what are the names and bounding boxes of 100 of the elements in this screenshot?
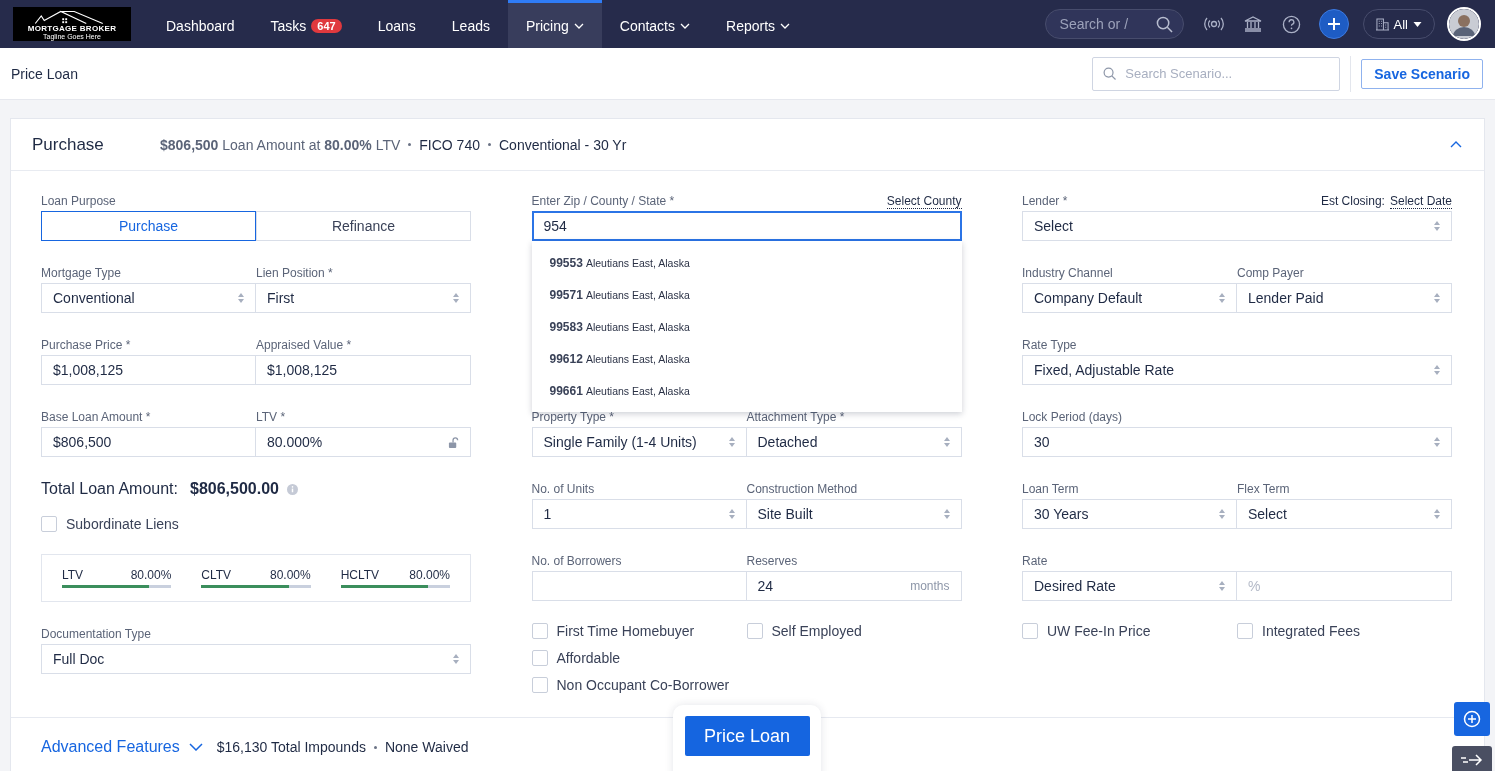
checkbox[interactable] <box>531 677 548 693</box>
input-field[interactable]: 954 <box>531 211 962 241</box>
ratio-label: HCLTV <box>340 568 380 582</box>
suggestion-item[interactable]: 99661 Aleutians East, Alaska <box>531 375 962 407</box>
select-field[interactable]: Desired Rate <box>1022 571 1237 601</box>
checkbox-label: Affordable <box>556 650 621 666</box>
nav-tab[interactable]: Tasks 647 <box>252 0 360 48</box>
add-button[interactable] <box>1318 9 1349 39</box>
avatar[interactable] <box>1447 7 1481 41</box>
save-scenario-button[interactable]: Save Scenario <box>1361 58 1483 89</box>
select-field[interactable]: 30 <box>1022 427 1452 457</box>
select-field[interactable]: First <box>256 283 471 313</box>
nav-tab[interactable]: Reports <box>708 0 809 48</box>
sort-arrows-icon <box>1434 365 1440 375</box>
select-field[interactable]: Lender Paid <box>1237 283 1452 313</box>
field-label: Est Closing: <box>1320 194 1385 208</box>
field-label: Construction Method <box>746 482 858 496</box>
select-field[interactable]: Single Family (1-4 Units) <box>531 427 747 457</box>
plus-icon <box>1327 18 1340 30</box>
input-field[interactable] <box>531 571 747 601</box>
bank-icon[interactable] <box>1243 16 1262 32</box>
nav-tab[interactable]: Contacts <box>601 0 708 48</box>
select-field[interactable]: Select <box>1022 211 1452 241</box>
broadcast-icon[interactable] <box>1203 17 1224 31</box>
field-label: Appraised Value * <box>256 338 352 352</box>
checkbox[interactable] <box>746 623 763 639</box>
info-icon[interactable] <box>286 483 298 495</box>
checkbox[interactable] <box>1022 623 1038 639</box>
search-field[interactable]: Search or / <box>1044 9 1184 39</box>
total-label: Total Loan Amount: <box>41 480 178 498</box>
segment-button[interactable]: Purchase <box>41 211 256 241</box>
chevron-up-icon[interactable] <box>1450 141 1462 148</box>
nav-tab[interactable]: Pricing <box>507 0 602 48</box>
sort-arrows-icon <box>1219 581 1225 591</box>
field-label: Loan Purpose <box>41 194 116 208</box>
search-icon <box>1155 15 1173 33</box>
building-icon <box>1375 17 1389 31</box>
price-loan-button[interactable]: Price Loan <box>684 716 810 756</box>
input-field[interactable]: $1,008,125 <box>256 355 471 385</box>
checkbox-label: First Time Homebuyer <box>556 623 695 639</box>
input-field[interactable]: 24 months <box>746 571 962 601</box>
sort-arrows-icon <box>238 293 244 303</box>
select-link[interactable]: Select Date <box>1389 193 1452 209</box>
suggestion-item[interactable]: 99583 Aleutians East, Alaska <box>531 311 962 343</box>
select-field[interactable]: 1 <box>531 499 747 529</box>
checkbox-label: UW Fee-In Price <box>1047 623 1151 639</box>
select-field[interactable]: Full Doc <box>41 644 471 674</box>
select-field[interactable]: Detached <box>746 427 962 457</box>
select-field[interactable]: Site Built <box>746 499 962 529</box>
suggestion-item[interactable]: 99612 Aleutians East, Alaska <box>531 343 962 375</box>
select-link[interactable]: Select County <box>886 193 962 209</box>
field-label: Industry Channel <box>1022 266 1113 280</box>
sort-arrows-icon <box>453 293 459 303</box>
field-label: Rate <box>1022 554 1048 568</box>
suggestion-item[interactable]: 99571 Aleutians East, Alaska <box>531 279 962 311</box>
input-field[interactable]: 80.000% <box>256 427 471 457</box>
unlock-icon[interactable] <box>448 436 459 448</box>
field-label: Comp Payer <box>1237 266 1304 280</box>
loan-summary-item: FICO 740 <box>419 136 480 153</box>
field-label: Enter Zip / County / State * <box>531 194 675 208</box>
field-label: LTV * <box>256 410 286 424</box>
ratio-value: 80.00% <box>409 568 450 582</box>
nav-tab[interactable]: Leads <box>433 0 508 48</box>
sort-arrows-icon <box>1434 221 1440 231</box>
checkbox[interactable] <box>1237 623 1253 639</box>
sort-arrows-icon <box>1434 509 1440 519</box>
select-field[interactable]: Fixed, Adjustable Rate <box>1022 355 1452 385</box>
field-label: Documentation Type <box>41 627 151 641</box>
sort-arrows-icon <box>1219 509 1225 519</box>
expand-button[interactable] <box>1452 746 1492 771</box>
select-field[interactable]: Conventional <box>41 283 256 313</box>
loan-summary-item: Conventional - 30 Yr <box>499 136 627 153</box>
sort-arrows-icon <box>728 437 735 447</box>
ratio-value: 80.00% <box>269 568 311 582</box>
select-field[interactable]: Company Default <box>1022 283 1237 313</box>
checkbox[interactable] <box>531 623 548 639</box>
input-field[interactable]: $1,008,125 <box>41 355 256 385</box>
input-field[interactable]: $806,500 <box>41 427 256 457</box>
ratio-label: CLTV <box>201 568 232 582</box>
loan-summary: $806,500 Loan Amount at 80.00% LTV <box>160 136 401 153</box>
checkbox[interactable] <box>531 650 548 666</box>
total-value: $806,500.00 <box>190 480 279 498</box>
sort-arrows-icon <box>453 654 459 664</box>
select-field[interactable]: 30 Years <box>1022 499 1237 529</box>
nav-tab[interactable]: Dashboard <box>148 0 253 48</box>
field-label: Base Loan Amount * <box>41 410 151 424</box>
plus-circle-icon <box>1463 710 1481 728</box>
field-label: Purchase Price * <box>41 338 131 352</box>
nav-tab[interactable]: Loans <box>359 0 434 48</box>
suggestion-item[interactable]: 99553 Aleutians East, Alaska <box>531 247 962 279</box>
field-label: Property Type * <box>531 410 614 424</box>
segment-button[interactable]: Refinance <box>256 211 471 241</box>
field-label: No. of Borrowers <box>531 554 622 568</box>
help-icon[interactable] <box>1281 14 1301 34</box>
select-field[interactable]: Select <box>1237 499 1452 529</box>
field-label: No. of Units <box>531 482 595 496</box>
checkbox-label: Non Occupant Co-Borrower <box>556 677 730 693</box>
advanced-features-toggle[interactable]: Advanced Features <box>41 738 203 756</box>
field-label: Rate Type <box>1022 338 1077 352</box>
checkbox[interactable] <box>41 516 57 532</box>
